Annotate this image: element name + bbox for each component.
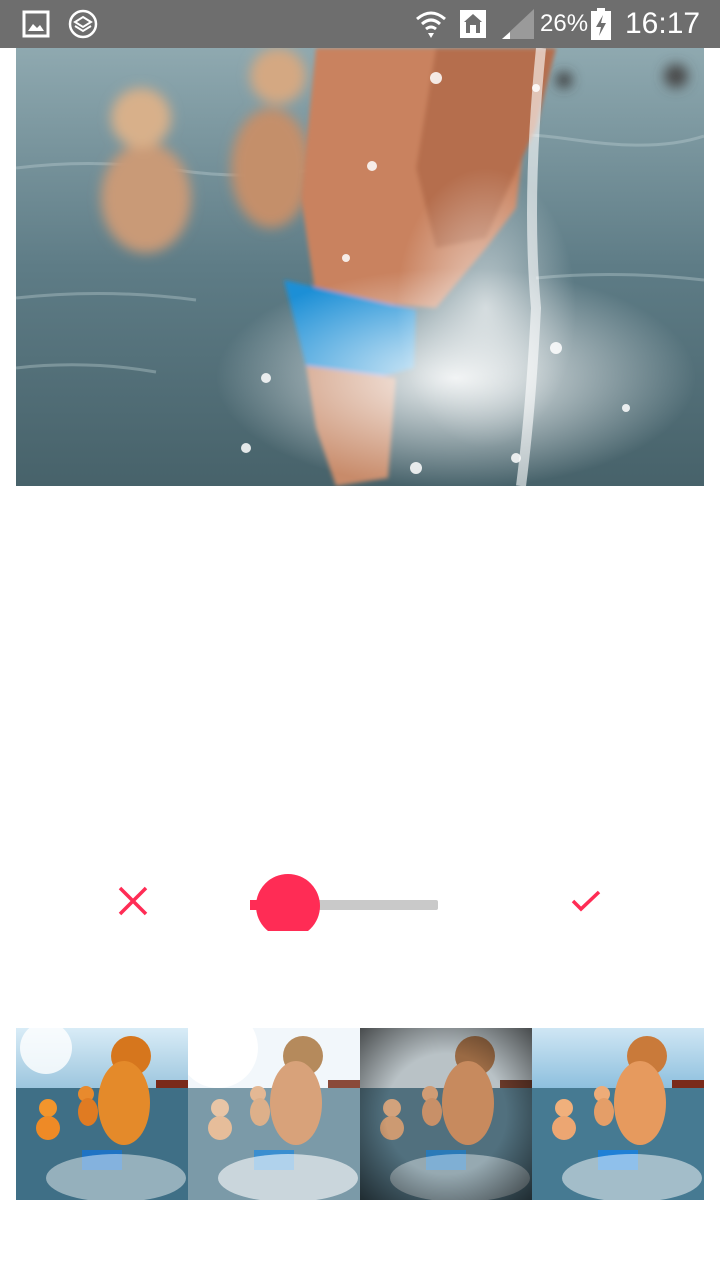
wifi-icon [414, 0, 448, 48]
battery-percent: 26% [540, 10, 589, 37]
layers-icon [68, 0, 98, 48]
intensity-slider[interactable] [250, 874, 438, 934]
clock: 16:17 [625, 7, 701, 40]
home-icon [458, 0, 488, 48]
signal-icon [500, 0, 536, 48]
main-photo [16, 48, 704, 486]
filter-warm[interactable] [16, 1028, 188, 1200]
filter-vignette[interactable] [360, 1028, 532, 1200]
close-icon [117, 885, 149, 922]
check-icon [570, 889, 602, 918]
filter-strip [16, 1028, 704, 1200]
gallery-icon [22, 0, 50, 48]
adjustment-controls [0, 860, 720, 950]
cancel-button[interactable] [103, 873, 163, 933]
filter-bright[interactable] [188, 1028, 360, 1200]
battery-charging-icon [590, 0, 612, 48]
status-bar: 26% 16:17 [0, 0, 720, 48]
filter-vivid[interactable] [532, 1028, 704, 1200]
slider-thumb[interactable] [256, 874, 321, 934]
confirm-button[interactable] [556, 873, 616, 933]
